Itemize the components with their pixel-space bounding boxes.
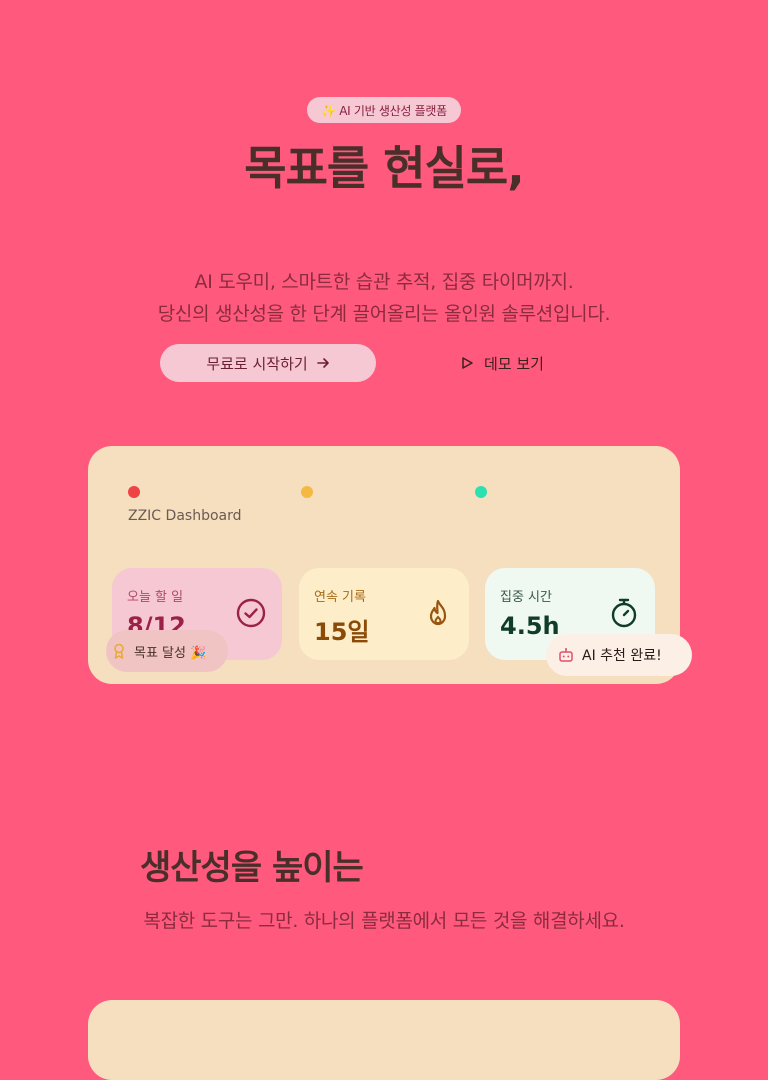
start-free-label: 무료로 시작하기 (206, 354, 308, 373)
play-icon (462, 357, 473, 369)
window-dot-yellow (301, 486, 313, 498)
stat-label: 오늘 할 일 (127, 590, 184, 605)
features-title: 생산성을 높이는 (140, 848, 364, 888)
hero-subtitle-line-1: AI 도우미, 스마트한 습관 추적, 집중 타이머까지. (194, 271, 574, 293)
stat-card-streak: 연속 기록 15일 (299, 568, 469, 660)
ai-recommend-chip: AI 추천 완료! (546, 634, 692, 676)
award-icon (114, 643, 124, 659)
window-dot-red (128, 486, 140, 498)
dashboard-title: ZZIC Dashboard (128, 508, 242, 524)
feature-card (88, 1000, 680, 1080)
stat-label: 집중 시간 (500, 590, 552, 605)
start-free-button[interactable]: 무료로 시작하기 (160, 344, 376, 382)
hero-badge: ✨ AI 기반 생산성 플랫폼 (307, 97, 461, 123)
hero-title: 목표를 현실로, (244, 141, 524, 195)
watch-demo-button[interactable]: 데모 보기 (440, 344, 564, 382)
hero-subtitle-line-2: 당신의 생산성을 한 단계 끌어올리는 올인원 솔루션입니다. (157, 303, 611, 325)
check-circle-icon (236, 598, 266, 628)
features-subtitle: 복잡한 도구는 그만. 하나의 플랫폼에서 모든 것을 해결하세요. (143, 910, 625, 932)
robot-icon (559, 648, 573, 662)
window-dot-green (475, 486, 487, 498)
stat-value: 15일 (314, 618, 370, 646)
dashboard-preview: ZZIC Dashboard 오늘 할 일 8/12 연속 기록 15일 집중 … (88, 446, 692, 684)
goal-achieved-chip: 목표 달성 🎉 (106, 630, 228, 672)
watch-demo-label: 데모 보기 (484, 354, 544, 373)
flame-icon (429, 599, 447, 626)
arrow-right-icon (316, 358, 329, 368)
stat-value: 4.5h (500, 612, 560, 640)
ai-recommend-text: AI 추천 완료! (582, 648, 662, 664)
goal-achieved-text: 목표 달성 🎉 (134, 645, 207, 661)
hero-subtitle: AI 도우미, 스마트한 습관 추적, 집중 타이머까지. 당신의 생산성을 한… (0, 266, 768, 330)
stopwatch-icon (611, 598, 637, 628)
stat-label: 연속 기록 (314, 590, 366, 605)
